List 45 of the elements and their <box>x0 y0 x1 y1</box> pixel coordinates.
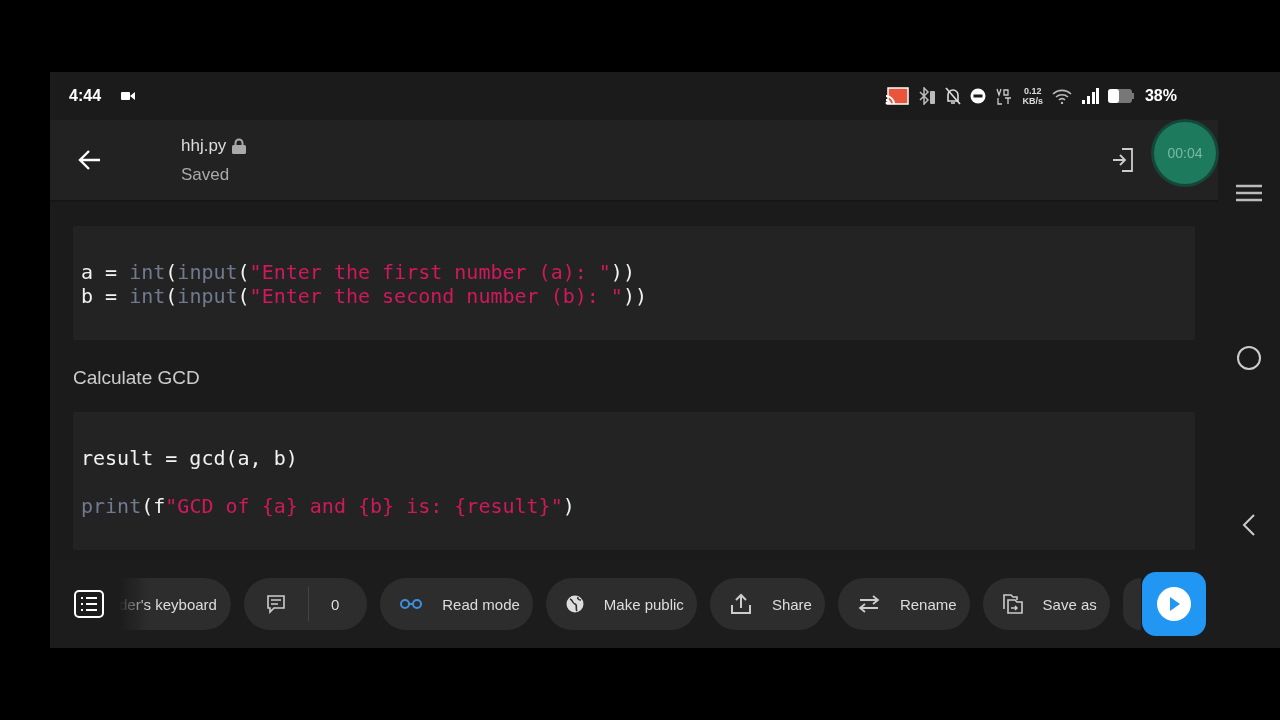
globe-icon <box>565 595 584 613</box>
read-mode-chip[interactable]: Read mode <box>380 578 533 630</box>
video-camera-icon <box>121 91 136 101</box>
bell-off-icon <box>945 87 962 105</box>
battery-percent: 38% <box>1144 87 1177 105</box>
clock-time: 4:44 <box>69 87 102 105</box>
outline-button[interactable] <box>74 590 104 618</box>
code-line: a = int(input("Enter the first number (a): ")) <box>81 260 635 284</box>
section-heading: Calculate GCD <box>73 367 200 389</box>
do-not-disturb-icon <box>970 88 987 104</box>
battery-icon <box>1107 89 1134 103</box>
code-line: result = gcd(a, b) <box>81 446 298 470</box>
network-speed: 0.12 <box>1023 86 1042 96</box>
comments-chip[interactable]: 0 <box>243 578 368 630</box>
copy-file-icon <box>1002 594 1023 614</box>
list-icon <box>74 590 104 618</box>
play-icon <box>1156 586 1192 622</box>
make-public-chip[interactable]: Make public <box>545 578 697 630</box>
swap-arrows-icon <box>857 595 880 613</box>
back-arrow-icon <box>78 149 102 171</box>
comment-icon <box>265 594 286 614</box>
run-button[interactable] <box>1142 572 1206 636</box>
file-name: hhj.py <box>181 135 227 156</box>
menu-icon <box>1236 184 1262 202</box>
bluetooth-icon <box>918 87 937 105</box>
chevron-left-icon <box>1242 514 1256 536</box>
glasses-icon <box>400 598 423 610</box>
network-speed-unit: KB/s <box>1022 96 1043 106</box>
exit-button[interactable] <box>1112 148 1134 172</box>
wifi-icon <box>1051 88 1072 104</box>
exit-arrow-icon <box>1112 148 1134 172</box>
volte-icon <box>995 87 1014 105</box>
code-line: b = int(input("Enter the second number (b): ")) <box>81 284 647 308</box>
circle-icon <box>1236 345 1262 371</box>
code-line: print(f"GCD of {a} and {b} is: {result}") <box>81 494 575 518</box>
cast-icon <box>885 87 910 105</box>
signal-icon <box>1080 88 1099 104</box>
save-as-chip[interactable]: Save as <box>982 578 1110 630</box>
rename-chip[interactable]: Rename <box>837 578 970 630</box>
home-button[interactable] <box>1236 345 1262 371</box>
menu-button[interactable] <box>1236 184 1262 202</box>
share-chip[interactable]: Share <box>709 578 825 630</box>
save-status: Saved <box>181 164 231 185</box>
upload-icon <box>729 593 752 615</box>
back-nav-button[interactable] <box>1242 514 1256 536</box>
